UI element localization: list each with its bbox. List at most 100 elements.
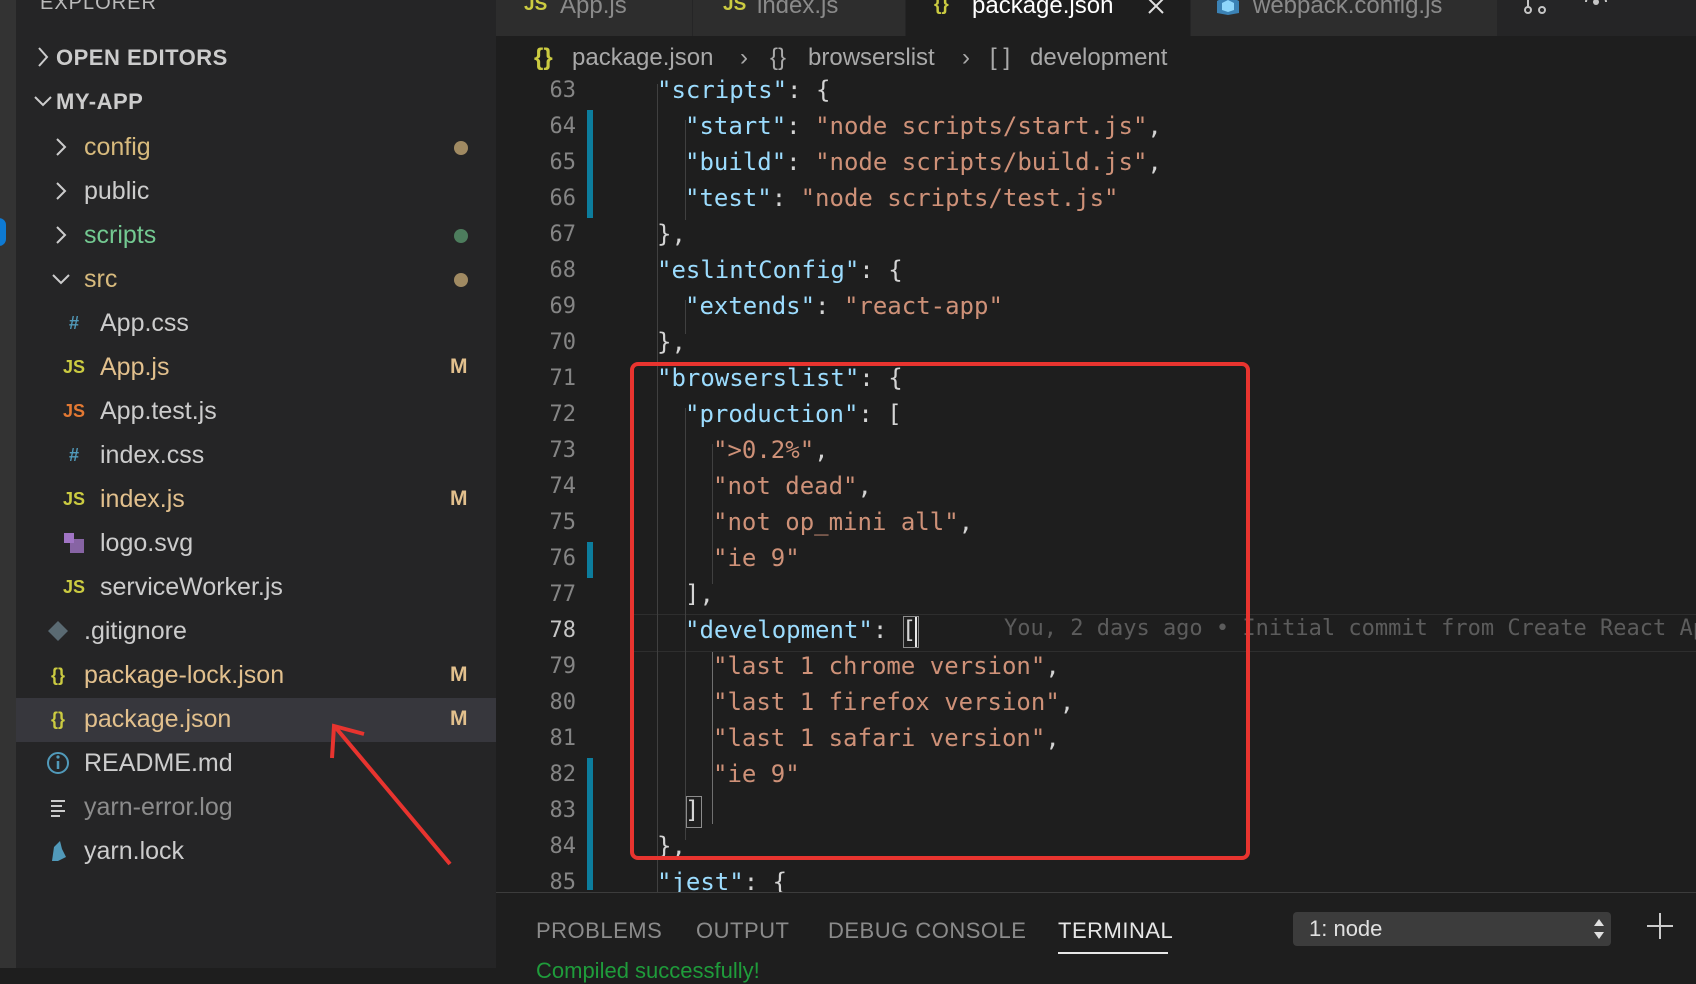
close-icon[interactable] xyxy=(1146,0,1166,16)
modified-badge: M xyxy=(450,663,468,686)
line-number: 82 xyxy=(549,762,577,787)
file-item-index-js[interactable]: JS index.js M xyxy=(16,478,496,522)
line-number: 74 xyxy=(549,474,577,499)
tab-debug-console[interactable]: DEBUG CONSOLE xyxy=(828,918,1026,944)
code-line[interactable]: "eslintConfig": { xyxy=(657,256,903,284)
chevron-right-icon: › xyxy=(962,44,970,71)
file-item-app-test-js[interactable]: JS App.test.js xyxy=(16,390,496,434)
section-open-editors[interactable]: OPEN EDITORS xyxy=(16,36,496,80)
tab-output[interactable]: OUTPUT xyxy=(696,918,789,944)
code-line[interactable]: "test": "node scripts/test.js" xyxy=(685,184,1119,212)
tab-label: index.js xyxy=(757,0,839,19)
line-number: 71 xyxy=(549,366,577,391)
section-label: MY-APP xyxy=(56,89,144,114)
tab-terminal[interactable]: TERMINAL xyxy=(1058,918,1173,944)
chevron-right-icon xyxy=(56,226,67,244)
terminal-select[interactable]: 1: node xyxy=(1293,912,1611,946)
code-line[interactable]: "scripts": { xyxy=(657,76,830,104)
modified-badge: M xyxy=(450,487,468,510)
breadcrumb-array[interactable]: development xyxy=(1030,44,1167,72)
folder-item-scripts[interactable]: scripts xyxy=(16,214,496,258)
line-number: 70 xyxy=(549,330,577,355)
tab-package-json[interactable]: {} package.json xyxy=(906,0,1191,36)
section-my-app[interactable]: MY-APP xyxy=(16,80,496,124)
json-icon: {} xyxy=(934,0,949,15)
svg-file-icon xyxy=(64,533,84,553)
code-line[interactable]: }, xyxy=(657,328,686,356)
item-label: scripts xyxy=(84,221,157,249)
item-label: App.test.js xyxy=(100,397,217,425)
code-line[interactable]: "extends": "react-app" xyxy=(685,292,1003,320)
item-label: App.css xyxy=(100,309,189,337)
log-file-icon xyxy=(51,800,65,817)
line-number: 68 xyxy=(549,258,577,283)
more-actions-icon[interactable] xyxy=(1644,0,1674,14)
tab-index-js[interactable]: JS index.js xyxy=(693,0,906,36)
js-icon: JS xyxy=(62,576,86,597)
annotation-arrow-icon xyxy=(330,723,452,866)
line-number: 72 xyxy=(549,402,577,427)
line-number: 84 xyxy=(549,834,577,859)
modified-badge: M xyxy=(450,355,468,378)
compare-changes-icon[interactable] xyxy=(1580,0,1612,16)
folder-item-public[interactable]: public xyxy=(16,170,496,214)
file-item-serviceworker-js[interactable]: JS serviceWorker.js xyxy=(16,566,496,610)
terminal-output: Compiled successfully! xyxy=(536,958,760,983)
css-icon: # xyxy=(68,444,79,465)
line-number: 77 xyxy=(549,582,577,607)
js-icon: JS xyxy=(62,488,86,509)
file-item-package-lock-json[interactable]: {} package-lock.json M xyxy=(16,654,496,698)
source-control-icon[interactable] xyxy=(1522,0,1548,18)
file-item--gitignore[interactable]: .gitignore xyxy=(16,610,496,654)
chevron-right-icon xyxy=(56,138,67,156)
line-number: 80 xyxy=(549,690,577,715)
folder-item-src[interactable]: src xyxy=(16,258,496,302)
line-number: 75 xyxy=(549,510,577,535)
array-icon: [ ] xyxy=(990,44,1011,71)
section-label: OPEN EDITORS xyxy=(56,45,228,70)
activity-bar xyxy=(0,0,16,968)
code-line[interactable]: "build": "node scripts/build.js", xyxy=(685,148,1162,176)
json-icon: {} xyxy=(534,44,553,71)
breadcrumb-file[interactable]: package.json xyxy=(572,44,713,72)
css-icon: # xyxy=(68,312,79,333)
item-label: serviceWorker.js xyxy=(100,573,283,601)
line-number: 73 xyxy=(549,438,577,463)
tab-webpack-config[interactable]: webpack.config.js xyxy=(1191,0,1498,36)
line-number: 79 xyxy=(549,654,577,679)
file-item-app-js[interactable]: JS App.js M xyxy=(16,346,496,390)
line-number: 69 xyxy=(549,294,577,319)
code-line[interactable]: "start": "node scripts/start.js", xyxy=(685,112,1162,140)
file-item-logo-svg[interactable]: logo.svg xyxy=(16,522,496,566)
active-tab-indicator xyxy=(1058,952,1168,954)
item-label: index.js xyxy=(100,485,185,513)
item-label: src xyxy=(84,265,118,293)
breadcrumb-object[interactable]: browserslist xyxy=(808,44,935,72)
file-item-index-css[interactable]: # index.css xyxy=(16,434,496,478)
line-number: 63 xyxy=(549,78,577,103)
add-terminal-icon[interactable] xyxy=(1644,910,1676,942)
chevron-right-icon: › xyxy=(740,44,748,71)
terminal-select-value: 1: node xyxy=(1309,916,1383,941)
webpack-icon xyxy=(1217,0,1239,15)
folder-item-config[interactable]: config xyxy=(16,126,496,170)
item-label: README.md xyxy=(84,749,233,777)
select-arrows-icon xyxy=(1594,919,1604,939)
git-icon xyxy=(48,621,68,641)
yarn-icon xyxy=(52,841,66,861)
tab-app-js[interactable]: JS App.js xyxy=(496,0,693,36)
item-label: package.json xyxy=(84,705,232,733)
line-number: 66 xyxy=(549,186,577,211)
activity-indicator-icon xyxy=(0,218,6,246)
tab-label: webpack.config.js xyxy=(1253,0,1443,19)
file-item-app-css[interactable]: # App.css xyxy=(16,302,496,346)
git-status-dot-icon xyxy=(454,273,468,287)
code-line[interactable]: }, xyxy=(657,220,686,248)
item-label: config xyxy=(84,133,151,161)
tab-problems[interactable]: PROBLEMS xyxy=(536,918,662,944)
line-number: 81 xyxy=(549,726,577,751)
object-icon: {} xyxy=(770,44,787,71)
git-modified-marker xyxy=(587,110,593,218)
json-icon: {} xyxy=(50,664,65,685)
js-icon: JS xyxy=(62,400,86,421)
